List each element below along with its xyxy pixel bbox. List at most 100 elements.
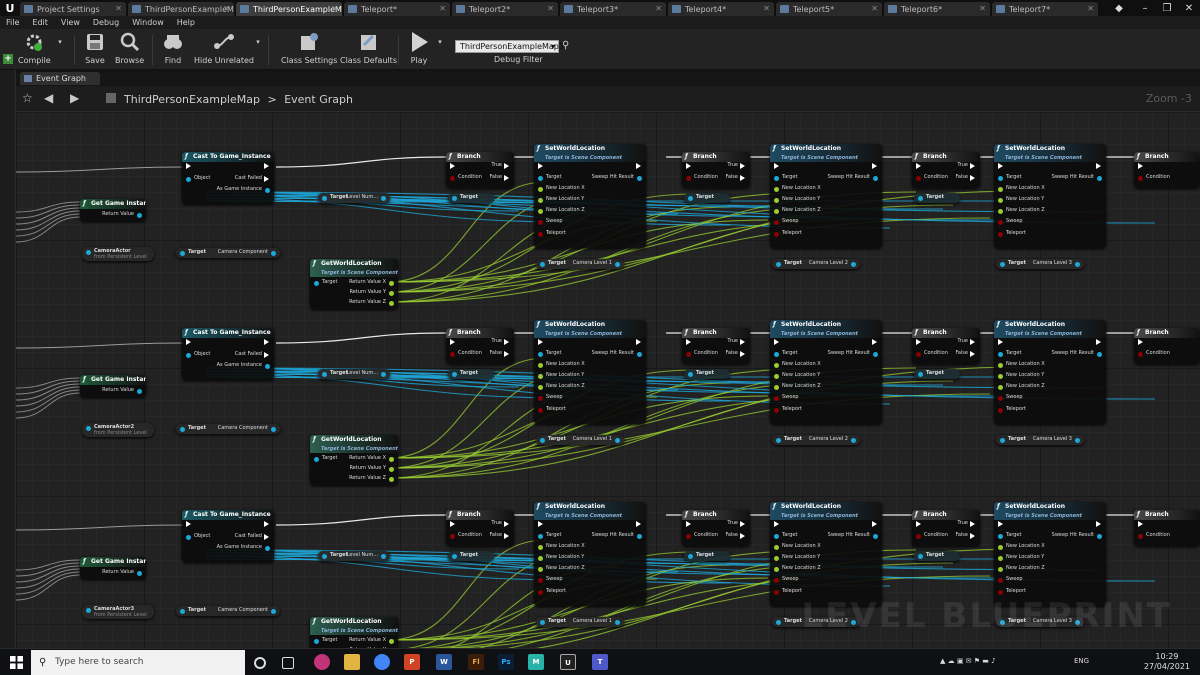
- favorite-star-icon[interactable]: ☆: [22, 91, 33, 105]
- exec-pin[interactable]: [264, 521, 269, 527]
- play-options-chevron-icon[interactable]: ▾: [436, 31, 444, 69]
- level-num-getter[interactable]: Target Level Num...: [318, 551, 390, 561]
- menu-edit[interactable]: Edit: [32, 18, 48, 27]
- data-pin[interactable]: [381, 196, 386, 201]
- data-pin[interactable]: [774, 231, 779, 237]
- data-pin[interactable]: [851, 262, 856, 267]
- exec-pin[interactable]: [1138, 163, 1143, 169]
- data-pin[interactable]: [916, 351, 921, 357]
- exec-pin[interactable]: [504, 163, 509, 169]
- data-pin[interactable]: [540, 262, 545, 267]
- data-pin[interactable]: [137, 570, 142, 576]
- data-pin[interactable]: [538, 589, 543, 595]
- branch-node[interactable]: ƒ Branch True Condition False: [682, 510, 750, 546]
- data-pin[interactable]: [314, 638, 319, 644]
- forward-arrow-icon[interactable]: ▶: [70, 91, 79, 105]
- data-pin[interactable]: [538, 577, 543, 583]
- data-pin[interactable]: [271, 609, 276, 614]
- data-pin[interactable]: [774, 362, 779, 368]
- exec-pin[interactable]: [636, 339, 641, 345]
- data-pin[interactable]: [389, 280, 394, 286]
- data-pin[interactable]: [389, 476, 394, 482]
- data-pin[interactable]: [381, 554, 386, 559]
- teams-icon[interactable]: T: [592, 654, 608, 670]
- data-pin[interactable]: [774, 351, 779, 357]
- exec-pin[interactable]: [504, 533, 509, 539]
- class-defaults-button[interactable]: Class Defaults: [340, 31, 397, 69]
- menu-window[interactable]: Window: [132, 18, 164, 27]
- data-pin[interactable]: [998, 197, 1003, 203]
- compare-node[interactable]: Target: [448, 551, 494, 561]
- exec-pin[interactable]: [686, 339, 691, 345]
- exec-pin[interactable]: [504, 521, 509, 527]
- compare-node[interactable]: Target: [914, 369, 960, 379]
- data-pin[interactable]: [1075, 438, 1080, 443]
- document-tab[interactable]: Project Settings ✕: [20, 2, 126, 16]
- set-world-location-node[interactable]: ƒ SetWorldLocation Target is Scene Compone…: [770, 320, 882, 424]
- debug-object-select[interactable]: ThirdPersonExampleMap3 ▾: [455, 40, 564, 53]
- data-pin[interactable]: [180, 609, 185, 614]
- exec-pin[interactable]: [740, 175, 745, 181]
- data-pin[interactable]: [686, 175, 691, 181]
- copilot-app-icon[interactable]: [314, 654, 330, 670]
- data-pin[interactable]: [774, 566, 779, 572]
- data-pin[interactable]: [450, 351, 455, 357]
- close-tab-icon[interactable]: ✕: [223, 4, 230, 13]
- exec-pin[interactable]: [740, 533, 745, 539]
- document-tab[interactable]: Teleport4* ✕: [668, 2, 774, 16]
- exec-pin[interactable]: [970, 533, 975, 539]
- data-pin[interactable]: [389, 456, 394, 462]
- set-world-location-node[interactable]: ƒ SetWorldLocation Target is Scene Compone…: [534, 320, 646, 424]
- save-button[interactable]: Save: [84, 31, 106, 69]
- data-pin[interactable]: [452, 554, 457, 559]
- data-pin[interactable]: [998, 351, 1003, 357]
- exec-pin[interactable]: [916, 339, 921, 345]
- compare-node[interactable]: Target: [684, 369, 730, 379]
- data-pin[interactable]: [538, 351, 543, 357]
- maya-icon[interactable]: M: [528, 654, 544, 670]
- language-indicator[interactable]: ENG: [1074, 657, 1089, 665]
- exec-pin[interactable]: [970, 521, 975, 527]
- exec-pin[interactable]: [264, 352, 269, 358]
- data-pin[interactable]: [774, 384, 779, 390]
- data-pin[interactable]: [774, 175, 779, 181]
- branch-node[interactable]: ƒ Branch True Condition False: [912, 152, 980, 188]
- data-pin[interactable]: [538, 362, 543, 368]
- data-pin[interactable]: [998, 186, 1003, 192]
- data-pin[interactable]: [774, 197, 779, 203]
- set-world-location-node[interactable]: ƒ SetWorldLocation Target is Scene Compone…: [770, 502, 882, 606]
- exec-pin[interactable]: [970, 163, 975, 169]
- play-button[interactable]: Play: [408, 31, 430, 69]
- data-pin[interactable]: [774, 589, 779, 595]
- document-tab[interactable]: Teleport5* ✕: [776, 2, 882, 16]
- exec-pin[interactable]: [970, 351, 975, 357]
- data-pin[interactable]: [686, 351, 691, 357]
- exec-pin[interactable]: [264, 534, 269, 540]
- compile-button[interactable]: Compile: [18, 31, 51, 69]
- data-pin[interactable]: [918, 196, 923, 201]
- get-world-location-node[interactable]: ƒ GetWorldLocation Target is Scene Compone…: [310, 617, 398, 648]
- document-tab[interactable]: ThirdPersonExampleM... ✕: [236, 2, 342, 16]
- exec-pin[interactable]: [538, 339, 543, 345]
- camera-actor-reference[interactable]: CameraActor from Persistent Level: [82, 247, 154, 261]
- data-pin[interactable]: [265, 363, 270, 369]
- data-pin[interactable]: [637, 351, 642, 357]
- exec-pin[interactable]: [186, 339, 191, 345]
- camera-actor-reference[interactable]: CameraActor2 from Persistent Level: [82, 423, 154, 437]
- data-pin[interactable]: [86, 250, 91, 255]
- data-pin[interactable]: [86, 608, 91, 613]
- camera-level-getter[interactable]: Target Camera Level 1: [536, 617, 624, 627]
- data-pin[interactable]: [774, 407, 779, 413]
- back-arrow-icon[interactable]: ◀: [44, 91, 53, 105]
- data-pin[interactable]: [540, 620, 545, 625]
- data-pin[interactable]: [998, 373, 1003, 379]
- cast-to-game-instance-node[interactable]: ƒ Cast To Game_Instance Object Cast Failed A…: [182, 152, 274, 204]
- data-pin[interactable]: [688, 196, 693, 201]
- compare-node[interactable]: Target: [448, 369, 494, 379]
- document-tab[interactable]: Teleport2* ✕: [452, 2, 558, 16]
- branch-node[interactable]: ƒ Branch True Condition False: [446, 510, 514, 546]
- camera-level-getter[interactable]: Target Camera Level 3: [996, 259, 1084, 269]
- camera-level-getter[interactable]: Target Camera Level 2: [772, 259, 860, 269]
- data-pin[interactable]: [998, 175, 1003, 181]
- data-pin[interactable]: [538, 566, 543, 572]
